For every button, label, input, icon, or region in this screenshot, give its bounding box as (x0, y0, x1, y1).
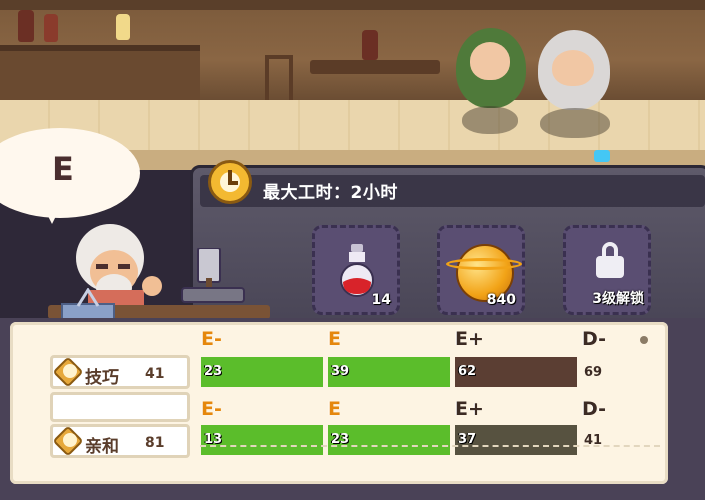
attribute-name: 技巧 (85, 368, 119, 388)
grade-label: E- (201, 398, 222, 420)
candle (116, 14, 130, 40)
grade-label: D- (582, 328, 607, 350)
max-work-time-text: 最大工时：2小时 (263, 183, 398, 203)
grade-label: E- (201, 328, 222, 350)
attribute-name: 亲和 (85, 437, 119, 457)
lock-icon (596, 256, 624, 278)
level-value: 23 (204, 364, 223, 379)
speech-bubble-grade: E (52, 150, 74, 188)
grade-label: E+ (455, 328, 484, 350)
npc-shadow (462, 106, 518, 134)
npc-face (552, 50, 594, 86)
level-bar: 23 (201, 357, 323, 387)
potion-icon (340, 244, 374, 297)
indicator-light (594, 150, 610, 162)
slot-potion[interactable]: 14 (312, 225, 400, 315)
attribute-label-blank (50, 392, 190, 422)
level-bar: 39 (328, 357, 450, 387)
anvil-hammer (181, 248, 245, 303)
level-bar: 13 (201, 425, 323, 455)
friendly-face-icon-inner (63, 433, 77, 447)
panel-pin (640, 336, 648, 344)
level-value: 39 (331, 364, 350, 379)
level-value: 69 (584, 365, 603, 380)
panel-divider (200, 445, 660, 447)
level-bar: 37 (455, 425, 577, 455)
game-scene: 最大工时：2小时 14 840 3级解锁 E 技巧 41 亲和 81 E- E … (0, 0, 705, 500)
bar-shelf (0, 45, 200, 106)
bottle (362, 30, 378, 60)
level-bar: 62 (455, 357, 577, 387)
attribute-label-skill: 技巧 41 (50, 355, 190, 389)
ceiling-beam (0, 0, 705, 10)
planet-ring (446, 258, 522, 270)
bottle (44, 14, 58, 42)
tavern-table (310, 60, 440, 74)
slot-unlock-text: 3级解锁 (592, 291, 644, 307)
npc-face (470, 42, 510, 80)
grade-label: E (328, 328, 341, 350)
speech-bubble-tail (40, 200, 64, 224)
chair (265, 55, 293, 104)
attribute-value: 41 (145, 366, 165, 382)
slot-locked[interactable]: 3级解锁 (563, 225, 651, 315)
grade-label: D- (582, 398, 607, 420)
level-value: 62 (458, 364, 477, 379)
level-bar: 23 (328, 425, 450, 455)
attribute-value: 81 (145, 435, 165, 451)
skill-icon-inner (63, 364, 77, 378)
clock-hand (228, 181, 238, 185)
slot-coin[interactable]: 840 (437, 225, 525, 315)
bottle (18, 10, 34, 42)
grade-label: E+ (455, 398, 484, 420)
grade-label: E (328, 398, 341, 420)
attribute-label-affinity: 亲和 81 (50, 424, 190, 458)
npc-shadow (540, 108, 610, 138)
slot-count: 14 (371, 292, 391, 308)
slot-count: 840 (486, 292, 516, 308)
